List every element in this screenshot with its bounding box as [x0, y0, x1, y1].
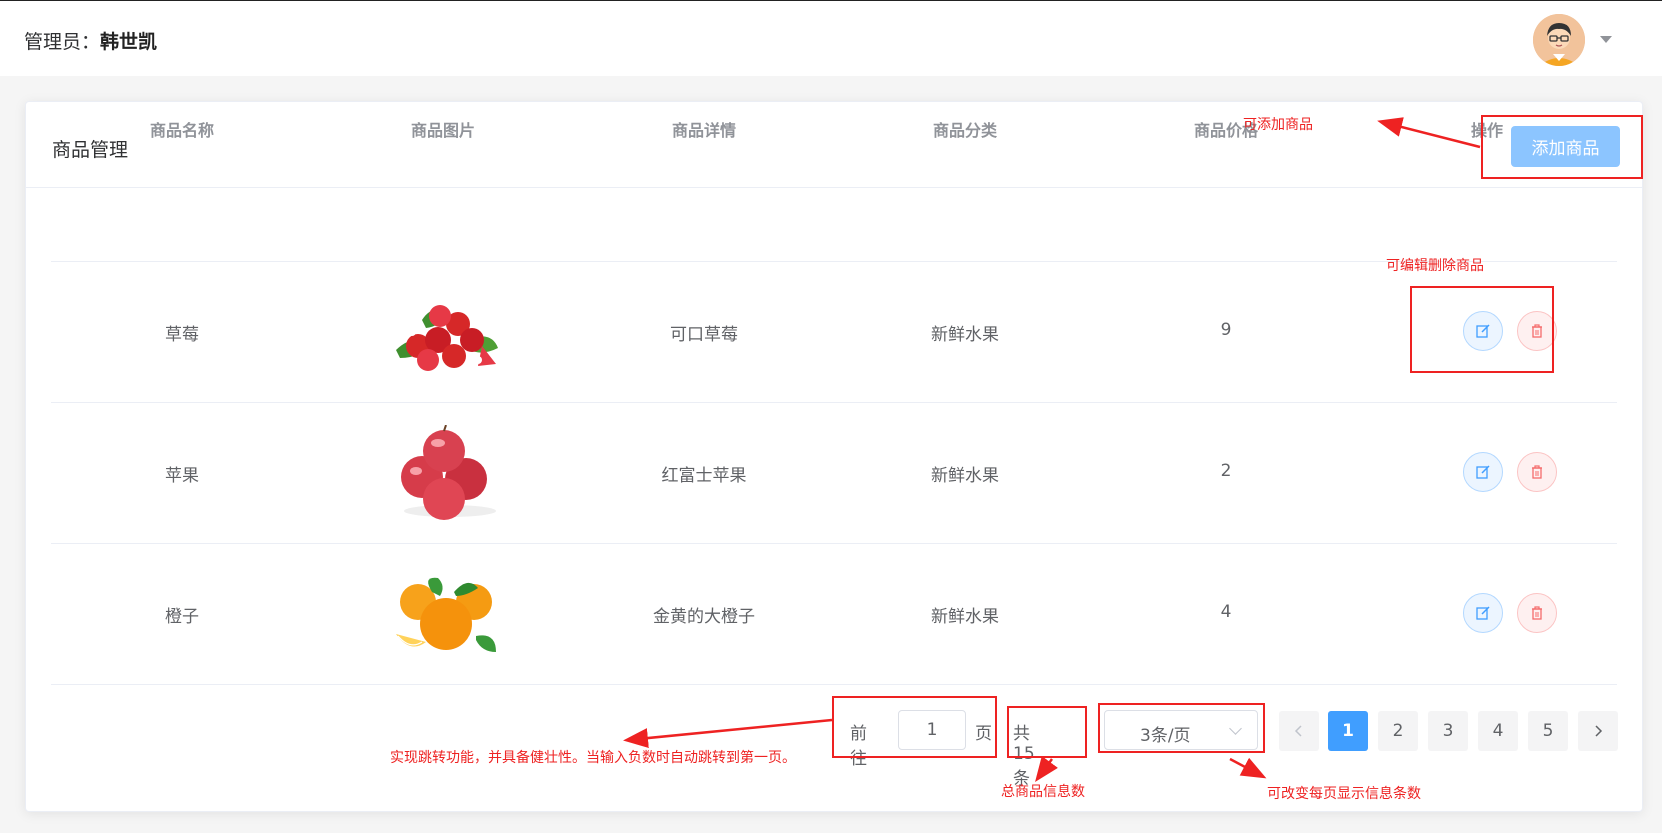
annotation-arrows	[623, 117, 1481, 783]
